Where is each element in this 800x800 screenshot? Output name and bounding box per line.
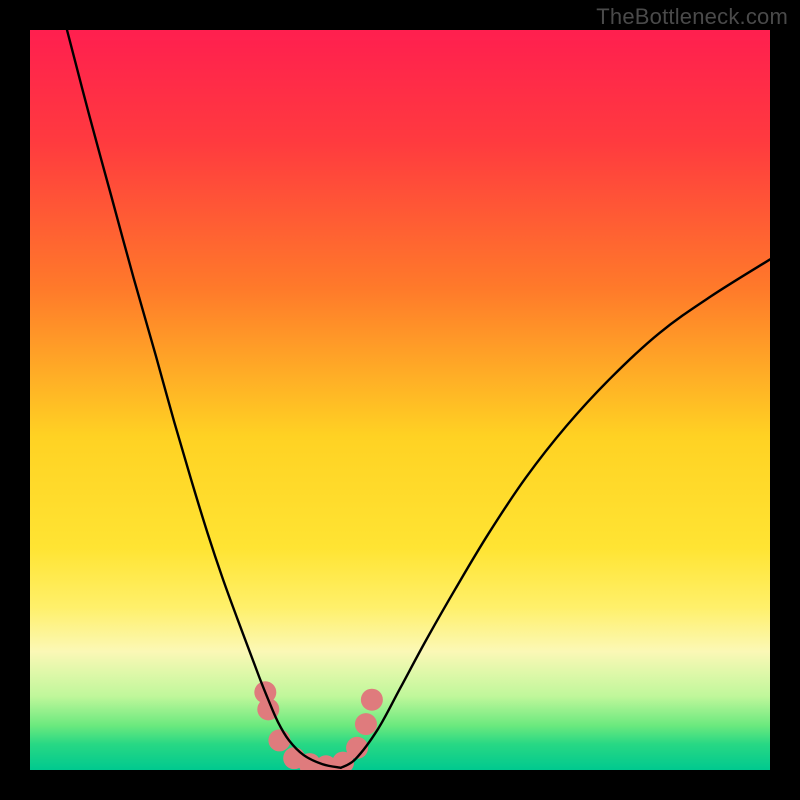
curves-layer xyxy=(30,30,770,770)
marker-dot xyxy=(355,713,377,735)
stage: TheBottleneck.com xyxy=(0,0,800,800)
marker-dot xyxy=(361,689,383,711)
right-curve xyxy=(341,259,770,767)
plot-area xyxy=(30,30,770,770)
left-curve xyxy=(67,30,341,768)
watermark-text: TheBottleneck.com xyxy=(596,4,788,30)
marker-group xyxy=(254,681,383,770)
marker-dot xyxy=(268,729,290,751)
